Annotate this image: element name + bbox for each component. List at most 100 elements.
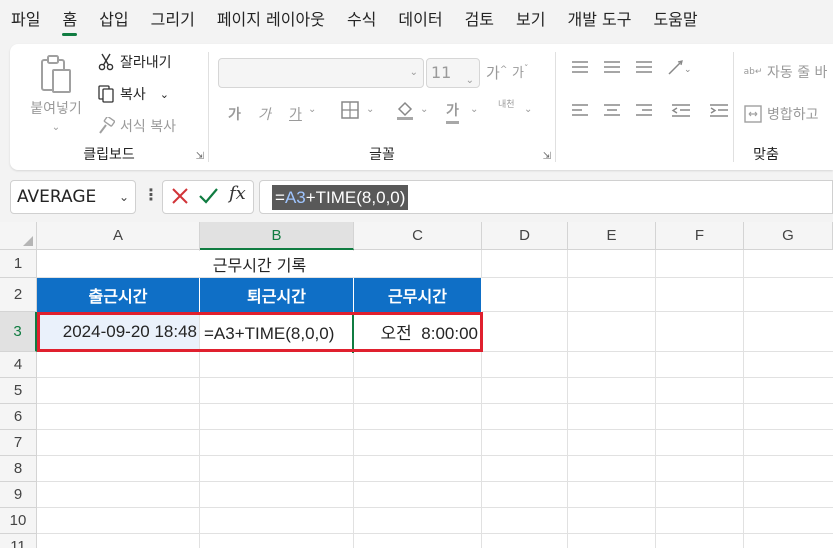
align-right-icon[interactable] xyxy=(634,102,654,124)
chevron-down-icon[interactable]: ⌄ xyxy=(119,181,129,213)
copy-icon xyxy=(96,84,116,104)
name-box[interactable]: AVERAGE ⌄ xyxy=(10,180,136,214)
align-bottom-icon[interactable] xyxy=(634,60,654,80)
cut-button[interactable]: 잘라내기 xyxy=(96,52,172,72)
bold-button[interactable]: 가 xyxy=(228,104,241,124)
align-top-icon[interactable] xyxy=(570,60,590,80)
menu-page-layout[interactable]: 페이지 레이아웃 xyxy=(206,0,336,40)
align-middle-icon[interactable] xyxy=(602,60,622,80)
cancel-icon[interactable] xyxy=(169,185,191,211)
sheet-title-cell[interactable]: 근무시간 기록 xyxy=(38,251,481,277)
menu-view[interactable]: 보기 xyxy=(505,0,556,40)
align-left-icon[interactable] xyxy=(570,102,590,124)
row-header-10[interactable]: 10 xyxy=(0,508,37,534)
gridline xyxy=(37,481,833,482)
font-name-combobox[interactable]: ⌄ xyxy=(218,58,424,88)
align-center-icon[interactable] xyxy=(602,102,622,124)
chevron-down-icon[interactable]: ⌄ xyxy=(366,104,374,115)
fill-color-icon[interactable] xyxy=(394,100,416,126)
menu-file[interactable]: 파일 xyxy=(0,0,51,40)
menu-formulas[interactable]: 수식 xyxy=(336,0,387,40)
format-painter-button[interactable]: 서식 복사 xyxy=(96,116,176,136)
column-header-d[interactable]: D xyxy=(482,222,568,250)
chevron-down-icon[interactable]: ⌄ xyxy=(470,104,478,115)
gridline xyxy=(655,250,656,548)
row-header-11[interactable]: 11 xyxy=(0,534,37,548)
merge-cells-icon xyxy=(743,104,763,124)
column-header-a[interactable]: A xyxy=(37,222,200,250)
menu-help[interactable]: 도움말 xyxy=(642,0,708,40)
increase-indent-icon[interactable] xyxy=(708,102,730,124)
row-header-2[interactable]: 2 xyxy=(0,278,37,312)
enter-icon[interactable] xyxy=(197,185,219,211)
chevron-down-icon[interactable]: ⌄ xyxy=(524,104,532,115)
gridline xyxy=(37,377,833,378)
wrap-text-label: 자동 줄 바 xyxy=(767,65,828,81)
wrap-text-icon: ab↵ xyxy=(743,66,763,77)
clipboard-icon xyxy=(38,54,74,94)
format-painter-label: 서식 복사 xyxy=(120,119,176,135)
row-header-7[interactable]: 7 xyxy=(0,430,37,456)
chevron-down-icon[interactable]: ⌄ xyxy=(160,88,169,101)
header-cell-check-out[interactable]: 퇴근시간 xyxy=(200,278,354,312)
merge-center-button[interactable]: 병합하고 xyxy=(743,104,819,124)
column-header-g[interactable]: G xyxy=(744,222,833,250)
gridline xyxy=(37,429,833,430)
row-header-5[interactable]: 5 xyxy=(0,378,37,404)
increase-font-size-icon[interactable]: 가^ xyxy=(486,62,507,83)
formula-text: =A3+TIME(8,0,0) xyxy=(272,185,409,210)
column-header-f[interactable]: F xyxy=(656,222,744,250)
dialog-launcher-icon[interactable]: ⇲ xyxy=(543,151,551,162)
column-header-c[interactable]: C xyxy=(354,222,482,250)
wrap-text-button[interactable]: ab↵ 자동 줄 바 xyxy=(743,62,828,82)
row-header-8[interactable]: 8 xyxy=(0,456,37,482)
row-header-3[interactable]: 3 xyxy=(0,312,37,352)
orientation-icon[interactable]: ⌄ xyxy=(666,58,692,82)
menu-review[interactable]: 검토 xyxy=(454,0,505,40)
font-color-button[interactable]: 가 xyxy=(446,100,459,124)
borders-icon[interactable] xyxy=(340,100,360,124)
formula-prefix: = xyxy=(275,188,285,207)
formula-ref: A3 xyxy=(284,188,306,207)
menu-bar: 파일 홈 삽입 그리기 페이지 레이아웃 수식 데이터 검토 보기 개발 도구 … xyxy=(0,0,833,40)
menu-data[interactable]: 데이터 xyxy=(387,0,453,40)
copy-button[interactable]: 복사 ⌄ xyxy=(96,84,169,104)
merge-center-label: 병합하고 xyxy=(767,107,819,123)
italic-button[interactable]: 가 xyxy=(258,104,271,124)
chevron-down-icon[interactable]: ⌄ xyxy=(308,104,316,115)
row-header-6[interactable]: 6 xyxy=(0,404,37,430)
paste-button[interactable]: 붙여넣기 ⌄ xyxy=(24,54,88,133)
select-all-button[interactable] xyxy=(0,222,37,250)
more-options-icon[interactable]: ⋮ xyxy=(143,185,159,204)
menu-home[interactable]: 홈 xyxy=(51,0,88,40)
menu-insert[interactable]: 삽입 xyxy=(88,0,139,40)
formula-input[interactable]: =A3+TIME(8,0,0) xyxy=(259,180,833,214)
highlight-box xyxy=(37,312,483,352)
insert-function-icon[interactable]: fx xyxy=(229,183,246,204)
row-header-4[interactable]: 4 xyxy=(0,352,37,378)
worksheet-grid[interactable]: A B C D E F G 1 2 3 4 5 6 7 8 9 10 11 근무… xyxy=(0,222,833,548)
row-header-9[interactable]: 9 xyxy=(0,482,37,508)
cut-label: 잘라내기 xyxy=(120,55,172,71)
column-header-b[interactable]: B xyxy=(200,222,354,250)
menu-developer[interactable]: 개발 도구 xyxy=(556,0,642,40)
gridline xyxy=(37,507,833,508)
dialog-launcher-icon[interactable]: ⇲ xyxy=(196,151,204,162)
phonetic-guide-button[interactable]: 내천 xyxy=(498,100,516,110)
row-header-1[interactable]: 1 xyxy=(0,250,37,278)
clipboard-group-label: 클립보드 xyxy=(83,147,135,163)
chevron-down-icon[interactable]: ⌄ xyxy=(410,67,418,78)
decrease-indent-icon[interactable] xyxy=(670,102,692,124)
decrease-font-size-icon[interactable]: 가ˇ xyxy=(512,62,528,81)
chevron-down-icon[interactable]: ⌄ xyxy=(420,104,428,115)
chevron-down-icon[interactable]: ⌄ xyxy=(466,67,474,95)
underline-button[interactable]: 가 xyxy=(289,104,302,124)
paste-label: 붙여넣기 xyxy=(30,101,82,117)
column-header-e[interactable]: E xyxy=(568,222,656,250)
header-cell-check-in[interactable]: 출근시간 xyxy=(37,278,200,312)
paintbrush-icon xyxy=(96,116,116,136)
header-cell-work-time[interactable]: 근무시간 xyxy=(354,278,482,312)
name-box-value: AVERAGE xyxy=(17,187,97,207)
font-size-combobox[interactable]: 11 ⌄ xyxy=(426,58,480,88)
menu-draw[interactable]: 그리기 xyxy=(140,0,206,40)
